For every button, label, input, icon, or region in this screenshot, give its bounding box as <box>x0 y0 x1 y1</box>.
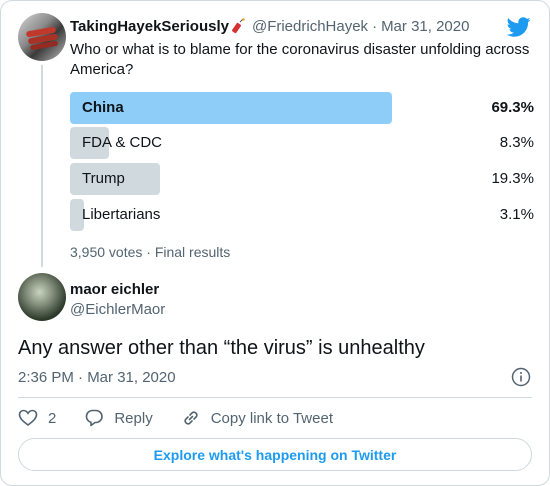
reply-label: Reply <box>114 409 153 427</box>
explore-twitter-button[interactable]: Explore what's happening on Twitter <box>18 438 532 471</box>
author-name[interactable]: maor eichler <box>70 281 159 298</box>
like-count: 2 <box>48 409 57 427</box>
author-avatar[interactable] <box>18 273 66 321</box>
divider <box>18 397 532 398</box>
embedded-tweet-card: TakingHayekSeriously @FriedrichHayek · M… <box>0 0 550 486</box>
reply-icon <box>86 409 104 427</box>
poll-option-percent: 69.3% <box>491 99 534 116</box>
separator-dot: · <box>372 17 378 35</box>
reply-button[interactable]: Reply <box>84 408 153 428</box>
poll-option-trump: Trump 19.3% <box>70 163 534 195</box>
author-handle[interactable]: @EichlerMaor <box>70 301 165 318</box>
thread-line <box>41 65 43 267</box>
tweet-actions: 2 Reply Copy link to Tweet <box>18 407 361 429</box>
poll-option-percent: 3.1% <box>499 206 534 223</box>
poll-question: Who or what is to blame for the coronavi… <box>70 41 530 78</box>
parent-author-handle[interactable]: @FriedrichHayek <box>252 18 368 35</box>
poll-option-china: China 69.3% <box>70 92 534 124</box>
copy-link-button[interactable]: Copy link to Tweet <box>181 408 333 428</box>
poll-option-label: Libertarians <box>82 206 161 223</box>
twitter-bird-icon[interactable] <box>507 15 531 39</box>
like-button[interactable]: 2 <box>18 408 56 428</box>
parent-author-name[interactable]: TakingHayekSeriously <box>70 18 229 35</box>
poll-option-label: FDA & CDC <box>82 134 163 151</box>
firecracker-emoji-icon <box>231 18 245 34</box>
poll-option-libertarians: Libertarians 3.1% <box>70 199 534 231</box>
poll-meta: 3,950 votes · Final results <box>70 244 231 260</box>
link-icon <box>184 411 198 425</box>
poll-option-label: Trump <box>82 170 125 187</box>
heart-icon <box>18 409 38 427</box>
parent-tweet-date[interactable]: Mar 31, 2020 <box>381 18 469 35</box>
poll-option-percent: 19.3% <box>491 170 534 187</box>
tweet-text: Any answer other than “the virus” is unh… <box>18 337 425 359</box>
copy-link-label: Copy link to Tweet <box>210 409 333 427</box>
poll-option-fda-cdc: FDA & CDC 8.3% <box>70 127 534 159</box>
poll-option-percent: 8.3% <box>499 134 534 151</box>
parent-tweet-header: TakingHayekSeriously @FriedrichHayek · M… <box>70 16 469 36</box>
poll-option-label: China <box>82 99 124 116</box>
parent-author-avatar[interactable] <box>18 13 66 61</box>
tweet-timestamp[interactable]: 2:36 PM · Mar 31, 2020 <box>18 369 176 386</box>
info-icon[interactable] <box>511 367 531 387</box>
dynamite-avatar-image <box>26 26 58 50</box>
